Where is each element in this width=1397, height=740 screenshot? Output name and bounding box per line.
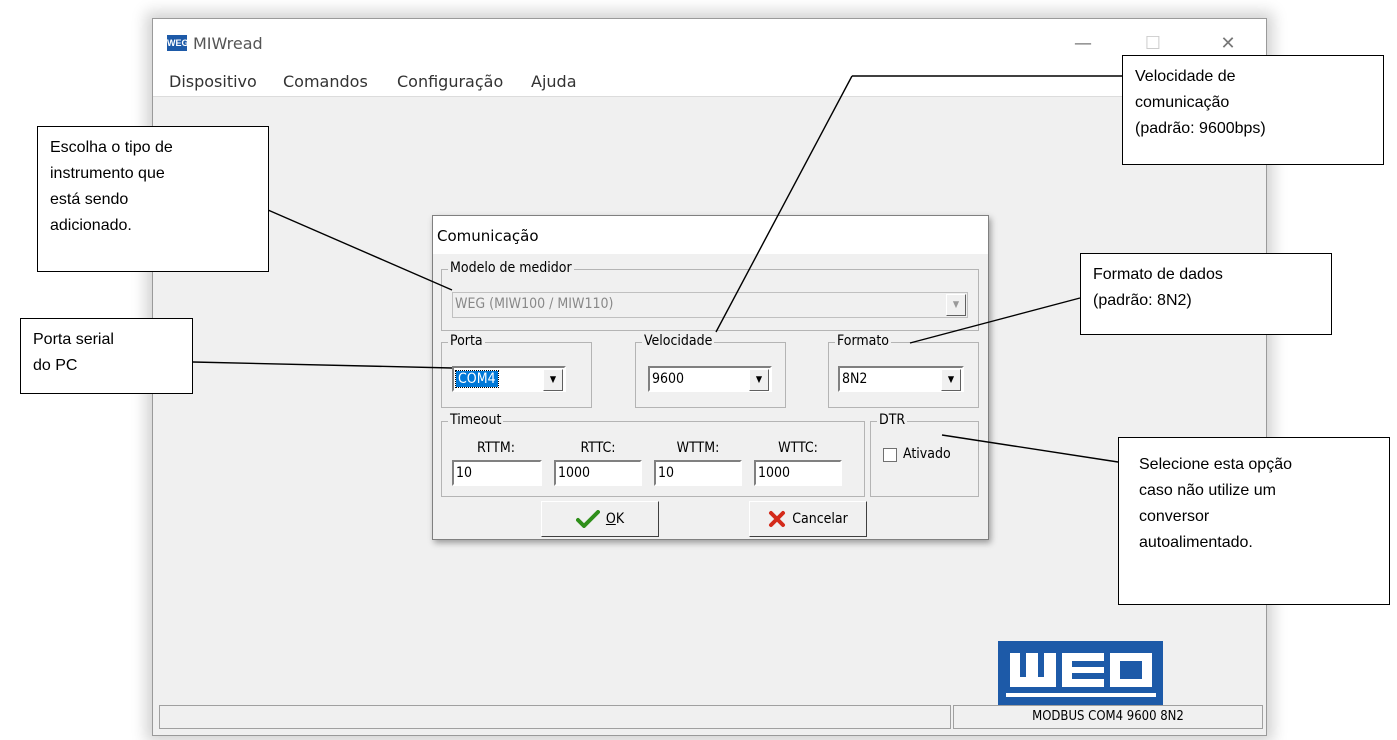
callout-line-dtr	[941, 434, 1119, 463]
callout-instrumento: Escolha o tipo de instrumento que está s…	[37, 126, 269, 272]
callout-line-porta	[192, 361, 453, 369]
callout-line-velocidade	[715, 75, 853, 333]
callout-line-instrumento	[267, 209, 453, 291]
callout-velocidade: Velocidade de comunicação (padrão: 9600b…	[1122, 55, 1384, 165]
callout-porta: Porta serial do PC	[20, 318, 193, 394]
callout-dtr: Selecione esta opção caso não utilize um…	[1118, 437, 1390, 605]
callout-line-formato	[909, 297, 1081, 344]
callout-formato: Formato de dados (padrão: 8N2)	[1080, 253, 1332, 335]
